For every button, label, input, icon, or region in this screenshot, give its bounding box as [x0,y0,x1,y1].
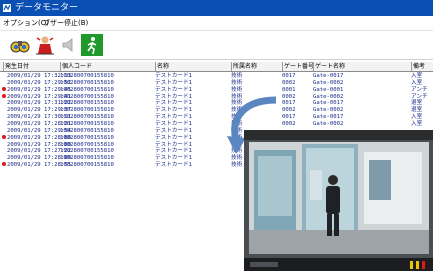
table-row[interactable]: 2009/01/29 17:29:37 1002800700155810 テストカー… [0,107,433,113]
cell-code: 1002800700155810 [60,155,114,162]
cell-name: テストカード1 [155,86,192,93]
col-date[interactable]: 発生日付 [3,62,60,71]
cell-code: 1002800700155810 [60,134,114,141]
cell-code: 1002800700155810 [60,141,114,148]
cell-gate-name: Gate-0017 [313,100,344,107]
cell-code: 1002800700155810 [60,120,114,127]
camera-feed-photo [244,130,433,271]
cell-note: アンチ [411,86,428,93]
col-gate-name[interactable]: ゲート名称 [313,62,370,71]
table-row[interactable]: 2009/01/29 17:28:21 1002800700155810 テストカー… [0,121,433,127]
cell-name: テストカード1 [155,127,192,134]
cell-name: テストカード1 [155,114,192,121]
cell-code: 1002800700155810 [60,73,114,79]
toolbar [0,31,433,60]
menu-bar: オプション(O) ブザー停止(B) [0,16,433,31]
cell-code: 1002800700155810 [60,148,114,155]
alarm-person-icon[interactable] [34,34,56,56]
col-code[interactable]: 個人コード [60,62,154,71]
window-title: データモニター [15,3,79,13]
cell-gate-name: Gate-0002 [313,107,344,114]
cell-gate-no: 0017 [282,73,296,79]
table-row[interactable]: 2009/01/29 17:32:13 1002800700155810 テストカー… [0,73,433,79]
cell-dept: 技術 [231,86,243,93]
cell-note: 入室 [411,114,423,121]
table-row[interactable]: 2009/01/29 17:31:22 1002800700155810 テストカー… [0,100,433,106]
cell-gate-name: Gate-0002 [313,93,344,100]
cell-code: 1002800700155810 [60,114,114,121]
cell-note: 入室 [411,79,423,86]
table-row[interactable]: 2009/01/29 17:29:45 1002800700155810 テストカー… [0,86,433,93]
cell-dept: 技術 [231,73,243,79]
cell-name: テストカード1 [155,79,192,86]
cell-name: テストカード1 [155,134,192,141]
cell-note: 入室 [411,120,423,127]
cell-gate-name: Gate-0002 [313,79,344,86]
table-row[interactable]: 2009/01/29 17:30:11 1002800700155810 テストカー… [0,114,433,120]
cell-gate-name: Gate-0001 [313,86,344,93]
alert-dot-icon [2,134,6,139]
exit-runner-icon[interactable] [81,34,103,56]
cell-note: 入室 [411,73,423,79]
cell-code: 1002800700155810 [60,162,114,169]
speaker-muted-icon[interactable] [58,34,80,56]
alert-dot-icon [2,162,6,167]
col-note[interactable]: 備考 [411,62,433,71]
cell-name: テストカード1 [155,162,192,169]
cell-code: 1002800700155810 [60,127,114,134]
menu-buzzer-stop[interactable]: ブザー停止(B) [43,16,88,30]
cell-gate-name: Gate-0017 [313,73,344,79]
table-row[interactable]: 2009/01/29 17:29:52 1002800700155810 テストカー… [0,80,433,86]
alert-dot-icon [2,93,6,98]
cell-name: テストカード1 [155,93,192,100]
cell-name: テストカード1 [155,120,192,127]
cell-name: テストカード1 [155,107,192,114]
alert-dot-icon [2,86,6,91]
cell-name: テストカード1 [155,73,192,79]
cell-name: テストカード1 [155,148,192,155]
cell-gate-name: Gate-0002 [313,120,344,127]
col-name[interactable]: 名称 [155,62,229,71]
cell-dept: 技術 [231,79,243,86]
col-gate-no[interactable]: ゲート番号 [282,62,314,71]
cell-name: テストカード1 [155,100,192,107]
binoculars-icon[interactable] [9,34,31,56]
cell-name: テストカード1 [155,155,192,162]
table-row[interactable]: 2009/01/29 17:29:41 1002800700155810 テストカー… [0,93,433,100]
table-header: 発生日付 個人コード 名称 所属名称 ゲート番号 ゲート名称 備考 [0,62,433,72]
cell-note: 退室 [411,107,423,114]
cell-name: テストカード1 [155,141,192,148]
cell-dept: 技術 [231,162,243,169]
cell-gate-no: 0002 [282,79,296,86]
data-monitor-window: データモニター オプション(O) ブザー停止(B) 発生日付 個人コード 名称 … [0,0,433,271]
cell-gate-name: Gate-0017 [313,114,344,121]
cell-code: 1002800700155810 [60,86,114,93]
cell-code: 1002800700155810 [60,93,114,100]
col-dept[interactable]: 所属名称 [231,62,283,71]
cell-note: 退室 [411,100,423,107]
app-icon [3,4,11,12]
cell-code: 1002800700155810 [60,107,114,114]
title-bar: データモニター [0,0,433,16]
cell-note: アンチ [411,93,428,100]
cell-code: 1002800700155810 [60,100,114,107]
cell-code: 1002800700155810 [60,79,114,86]
cell-gate-no: 0001 [282,86,296,93]
